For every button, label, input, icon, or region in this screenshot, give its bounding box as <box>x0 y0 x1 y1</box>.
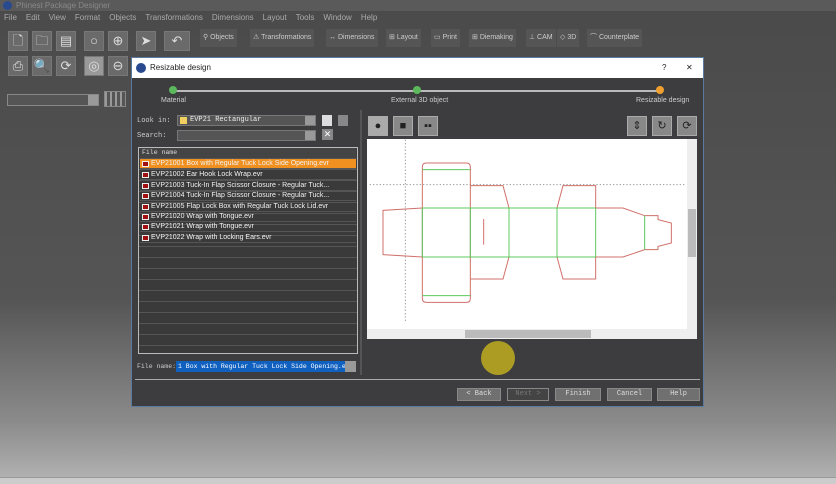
zoom-icon[interactable]: ○ <box>84 31 104 51</box>
view-3d-icon[interactable]: ■ <box>393 116 413 136</box>
finish-button[interactable]: Finish <box>555 388 601 401</box>
print-icon[interactable]: ⎙ <box>8 56 28 76</box>
zoom-fit-icon[interactable]: ◎ <box>84 56 104 76</box>
file-list-item[interactable]: EVP21021 Wrap with Tongue.evr <box>140 222 356 232</box>
vertical-scrollbar[interactable] <box>687 139 697 329</box>
open-folder-icon[interactable]: 🗀 <box>32 31 52 51</box>
file-list-item[interactable]: EVP21004 Tuck-In Flap Scissor Closure - … <box>140 191 356 201</box>
help-button[interactable]: Help <box>657 388 700 401</box>
file-list-item[interactable]: EVP21020 Wrap with Tongue.evr <box>140 212 356 222</box>
app-logo-icon <box>3 1 12 10</box>
step-resizable-design: Resizable design <box>636 97 690 104</box>
step-material: Material <box>161 97 186 104</box>
menu-help[interactable]: Help <box>361 12 377 24</box>
pointer-icon[interactable]: ➤ <box>136 31 156 51</box>
next-button[interactable]: Next > <box>507 388 549 401</box>
horizontal-scroll-thumb[interactable] <box>465 330 591 338</box>
tab-transformations[interactable]: ⚠ Transformations <box>250 29 315 47</box>
tab-print[interactable]: ▭ Print <box>431 29 460 47</box>
tab-counterplate[interactable]: ⌒ Counterplate <box>587 29 643 47</box>
menu-dimensions[interactable]: Dimensions <box>212 12 254 24</box>
file-name-dropdown-icon[interactable] <box>345 361 356 372</box>
menu-bar: File Edit View Format Objects Transforma… <box>0 12 836 24</box>
file-list-item[interactable]: EVP21001 Box with Regular Tuck Lock Side… <box>140 159 356 169</box>
cut-lines <box>382 162 672 303</box>
close-icon[interactable]: ✕ <box>686 58 693 78</box>
menu-tools[interactable]: Tools <box>296 12 315 24</box>
file-list-item[interactable]: EVP21022 Wrap with Locking Ears.evr <box>140 233 356 243</box>
tab-cam[interactable]: ⊥ CAM <box>526 29 556 47</box>
rotate-vertical-icon[interactable]: ⇕ <box>627 116 647 136</box>
look-in-label: Look in: <box>137 117 171 125</box>
menu-objects[interactable]: Objects <box>109 12 136 24</box>
tab-layout[interactable]: ⊞ Layout <box>386 29 421 47</box>
view-2d-icon[interactable]: ● <box>368 116 388 136</box>
file-name-input[interactable]: 1 Box with Regular Tuck Lock Side Openin… <box>176 361 356 372</box>
tab-objects[interactable]: ⚲ Objects <box>200 29 237 47</box>
menu-view[interactable]: View <box>49 12 66 24</box>
file-list-header[interactable]: File name <box>140 148 356 158</box>
columns-icon[interactable] <box>104 91 126 107</box>
preview-canvas[interactable] <box>367 139 697 339</box>
step-dot-material <box>169 86 177 94</box>
dialog-logo-icon <box>136 63 146 73</box>
back-button[interactable]: < Back <box>457 388 501 401</box>
menu-format[interactable]: Format <box>75 12 100 24</box>
clear-search-icon[interactable]: ✕ <box>322 129 333 140</box>
menu-edit[interactable]: Edit <box>26 12 40 24</box>
status-bar <box>0 477 836 484</box>
print-preview-icon[interactable]: 🔍 <box>32 56 52 76</box>
dieline-drawing <box>369 139 685 323</box>
new-folder-icon[interactable] <box>322 115 332 126</box>
new-file-icon[interactable]: 🗋 <box>8 31 28 51</box>
list-view-icon[interactable] <box>338 115 348 126</box>
divider <box>135 379 700 380</box>
dialog-title: Resizable design <box>150 63 211 72</box>
undo-icon[interactable]: ↶ <box>164 31 190 51</box>
step-dot-resizable <box>656 86 664 94</box>
menu-layout[interactable]: Layout <box>263 12 287 24</box>
zoom-in-icon[interactable]: ⊕ <box>108 31 128 51</box>
app-title-bar: Phinest Package Designer <box>0 0 836 11</box>
look-in-select[interactable]: EVP21 Rectangular <box>177 115 316 126</box>
menu-transformations[interactable]: Transformations <box>145 12 203 24</box>
rotate-horizontal-icon[interactable]: ↻ <box>652 116 672 136</box>
cursor-highlight <box>481 341 515 375</box>
app-title: Phinest Package Designer <box>16 1 111 10</box>
zoom-out-icon[interactable]: ⊖ <box>108 56 128 76</box>
splitter-handle[interactable] <box>360 110 362 375</box>
file-name-label: File name: <box>137 363 177 370</box>
menu-window[interactable]: Window <box>323 12 351 24</box>
tab-dimensions[interactable]: ↔ Dimensions <box>326 29 378 47</box>
horizontal-scrollbar[interactable] <box>367 329 697 339</box>
file-list-item[interactable]: EVP21005 Flap Lock Box with Regular Tuck… <box>140 202 356 212</box>
refresh-icon[interactable]: ⟳ <box>56 56 76 76</box>
search-label: Search: <box>137 132 167 140</box>
file-list-item[interactable]: EVP21003 Tuck-In Flap Scissor Closure - … <box>140 181 356 191</box>
save-icon[interactable]: ▤ <box>56 31 76 51</box>
tab-3d[interactable]: ◇ 3D <box>557 29 580 47</box>
view-split-icon[interactable]: ▪▪ <box>418 116 438 136</box>
rotate-icon[interactable]: ⟳ <box>677 116 697 136</box>
search-input[interactable] <box>177 130 316 141</box>
vertical-scroll-thumb[interactable] <box>688 209 696 257</box>
layer-select[interactable] <box>7 94 99 106</box>
file-list-item[interactable]: EVP21002 Ear Hook Lock Wrap.evr <box>140 170 356 180</box>
tab-diemaking[interactable]: ⊞ Diemaking <box>469 29 516 47</box>
step-external-3d-object: External 3D object <box>391 97 449 104</box>
help-icon[interactable]: ? <box>662 58 666 78</box>
menu-file[interactable]: File <box>4 12 17 24</box>
dialog-title-bar: Resizable design ? ✕ <box>132 58 703 78</box>
crease-lines <box>421 169 646 297</box>
cancel-button[interactable]: Cancel <box>607 388 652 401</box>
step-dot-external-3d <box>413 86 421 94</box>
